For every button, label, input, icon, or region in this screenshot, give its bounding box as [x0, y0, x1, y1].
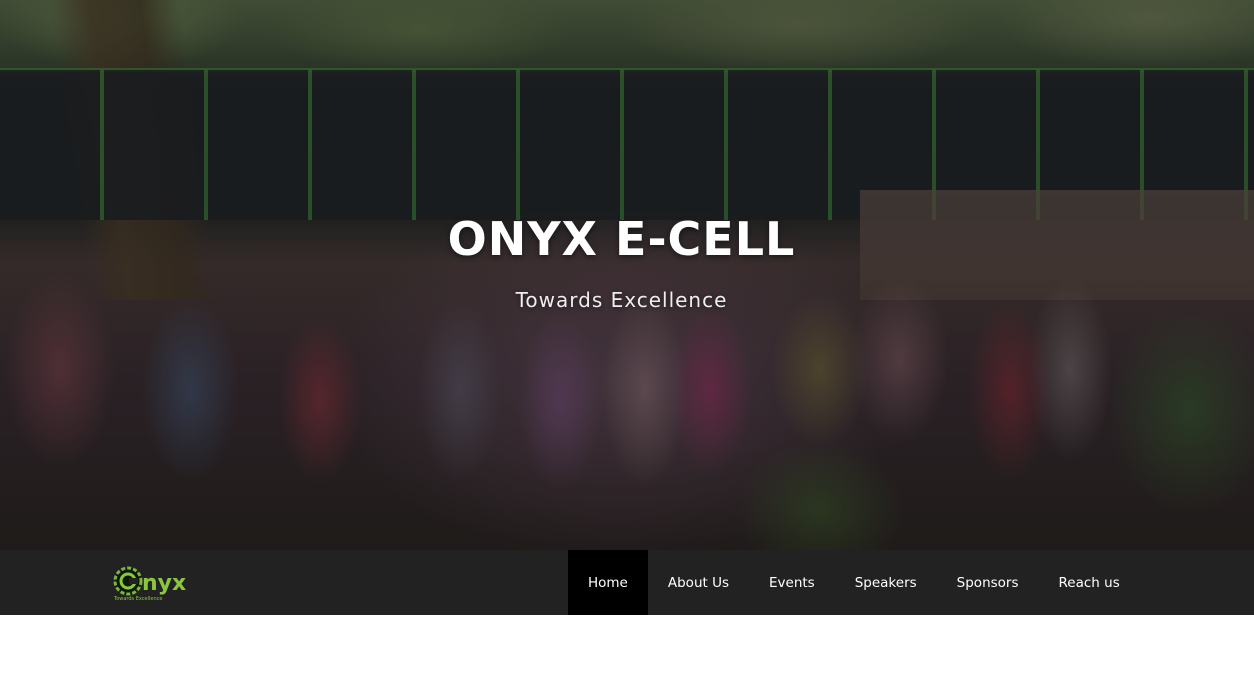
- nav-item-about-us[interactable]: About Us: [648, 550, 749, 615]
- hero-subtitle: Towards Excellence: [515, 288, 728, 312]
- logo-tagline: Towards Excellence: [113, 596, 162, 602]
- brand-logo[interactable]: nyx Towards Excellence: [112, 564, 194, 602]
- hero-title: ONYX E-CELL: [447, 212, 796, 266]
- nav-item-speakers[interactable]: Speakers: [835, 550, 937, 615]
- hero-overlay: [0, 0, 1254, 550]
- onyx-logo-icon: nyx Towards Excellence: [113, 566, 186, 602]
- main-navbar: nyx Towards Excellence Home About Us Eve…: [0, 550, 1254, 615]
- nav-item-reach-us[interactable]: Reach us: [1039, 550, 1140, 615]
- hero-section: ONYX E-CELL Towards Excellence: [0, 0, 1254, 550]
- nav-item-events[interactable]: Events: [749, 550, 835, 615]
- page-content: [0, 615, 1254, 677]
- logo-text: nyx: [142, 571, 186, 596]
- nav-item-home[interactable]: Home: [568, 550, 648, 615]
- nav-item-sponsors[interactable]: Sponsors: [937, 550, 1039, 615]
- nav-menu: Home About Us Events Speakers Sponsors R…: [568, 550, 1140, 615]
